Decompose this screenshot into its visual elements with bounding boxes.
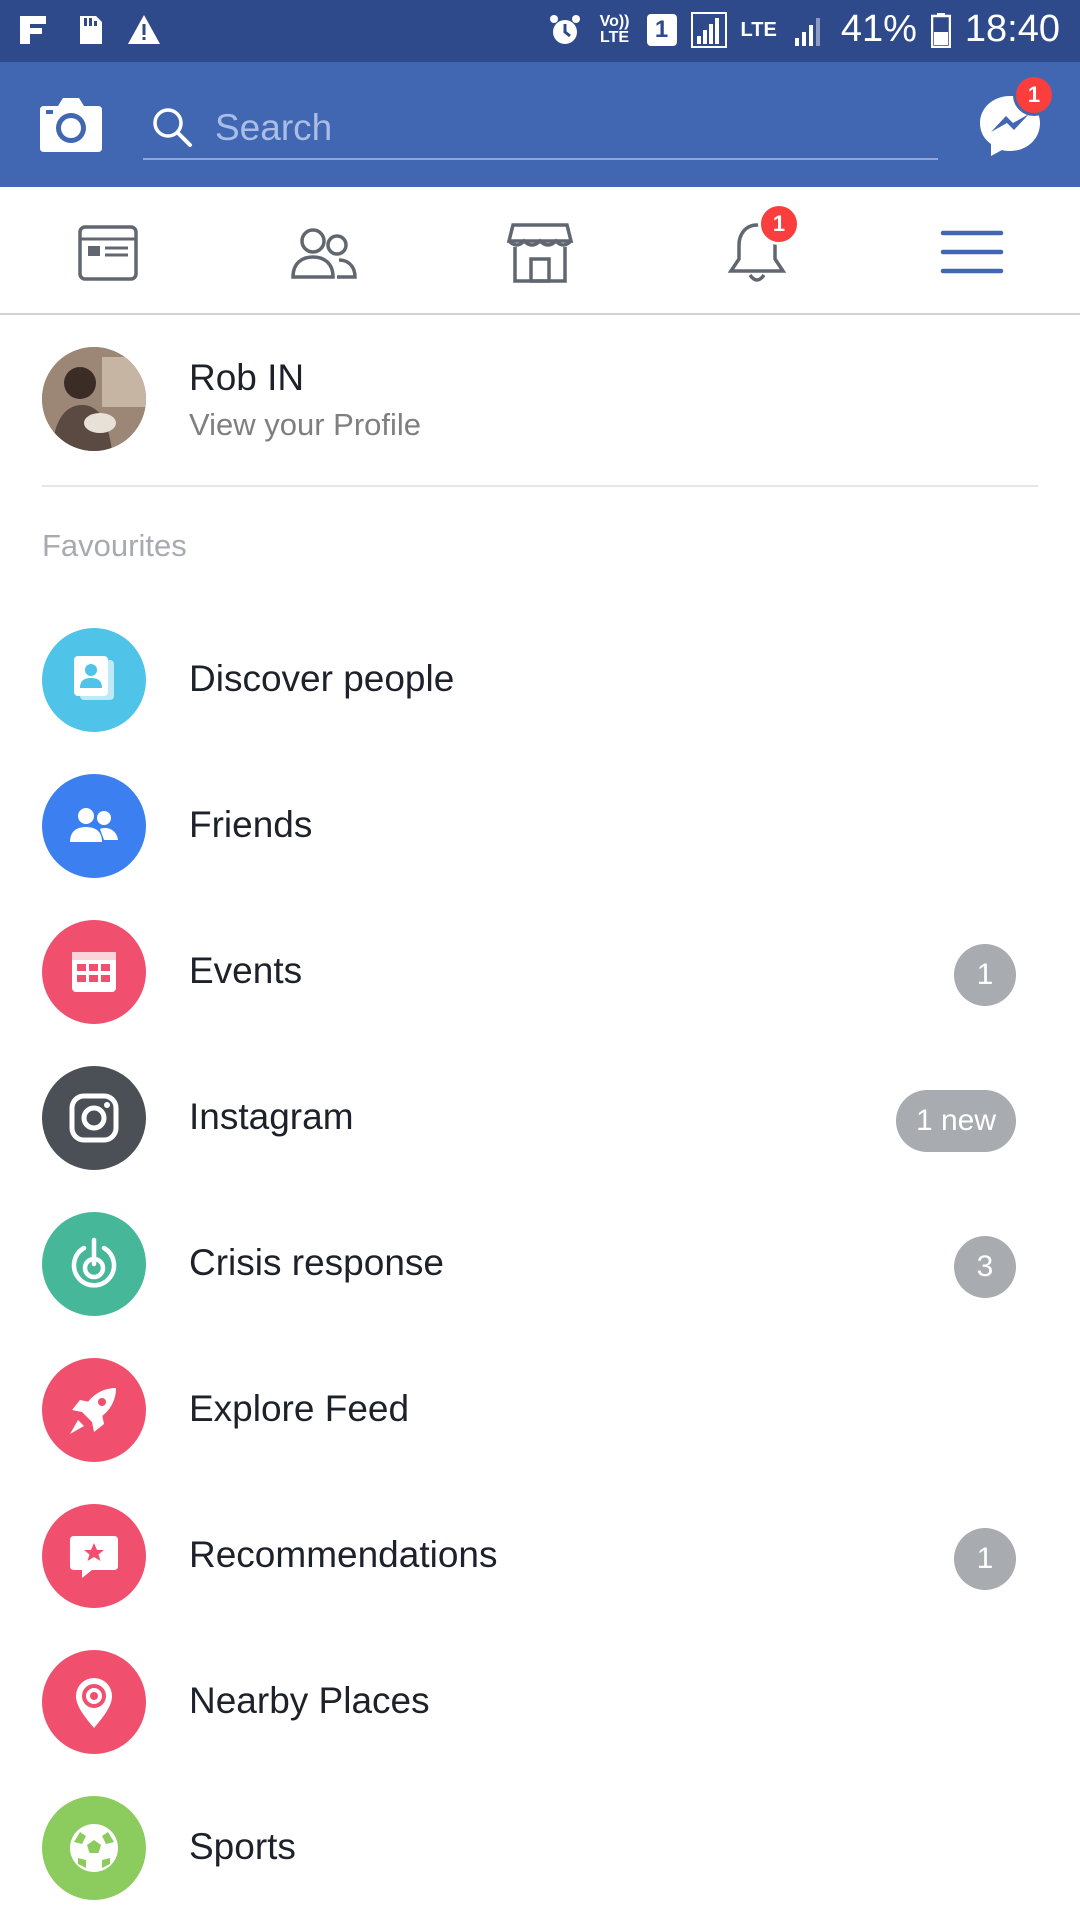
tab-friend-requests[interactable] xyxy=(289,217,359,287)
profile-photo xyxy=(42,347,146,451)
rocket-icon xyxy=(70,1388,116,1434)
menu-item-explore-feed[interactable]: Explore Feed xyxy=(0,1338,1080,1484)
menu-item-friends[interactable]: Friends xyxy=(0,754,1080,900)
menu-item-label: Sports xyxy=(189,1826,296,1867)
menu-item-label: Crisis response xyxy=(189,1242,444,1283)
sports-icon-circle xyxy=(42,1796,146,1900)
warning-icon xyxy=(128,15,160,44)
camera-icon xyxy=(40,98,102,152)
view-profile-link: View your Profile xyxy=(189,407,422,442)
friends-icon xyxy=(291,228,357,279)
friends-icon-circle xyxy=(42,774,146,878)
menu-item-label: Explore Feed xyxy=(189,1388,410,1429)
discover-people-icon-circle xyxy=(42,628,146,732)
marketplace-icon xyxy=(506,223,574,283)
clock: 18:40 xyxy=(964,8,1060,50)
menu-item-nearby-places[interactable]: Nearby Places xyxy=(0,1630,1080,1776)
notifications-badge: 1 xyxy=(758,203,800,245)
crisis-response-count-badge: 3 xyxy=(954,1236,1016,1298)
menu-item-events[interactable]: Events 1 xyxy=(0,900,1080,1046)
menu-item-label: Friends xyxy=(189,804,313,845)
search-bar[interactable] xyxy=(143,96,938,160)
lte-indicator: LTE xyxy=(740,18,777,41)
events-count-badge: 1 xyxy=(954,944,1016,1006)
crisis-response-icon xyxy=(71,1237,117,1288)
tab-bar: 1 xyxy=(0,187,1080,315)
menu-item-label: Discover people xyxy=(189,658,455,699)
search-input[interactable] xyxy=(213,102,917,154)
recommendations-count-badge: 1 xyxy=(954,1528,1016,1590)
menu-item-instagram[interactable]: Instagram 1 new xyxy=(0,1046,1080,1192)
menu-item-label: Events xyxy=(189,950,303,991)
crisis-response-icon-circle xyxy=(42,1212,146,1316)
news-feed-icon xyxy=(78,225,138,281)
sim-indicator: 1 xyxy=(646,13,677,46)
volte-indicator: Vo)) LTE xyxy=(599,12,630,46)
calendar-icon xyxy=(72,952,116,992)
alarm-icon xyxy=(549,14,580,44)
messenger-badge: 1 xyxy=(1013,74,1055,116)
tab-menu[interactable] xyxy=(937,217,1007,287)
tab-news-feed[interactable] xyxy=(73,217,143,287)
instagram-icon xyxy=(69,1093,119,1143)
nearby-places-icon-circle xyxy=(42,1650,146,1754)
location-pin-icon xyxy=(76,1678,112,1728)
hamburger-menu-icon xyxy=(940,230,1004,274)
discover-people-icon xyxy=(74,656,114,700)
sd-card-icon xyxy=(80,16,102,44)
events-icon-circle xyxy=(42,920,146,1024)
camera-button[interactable] xyxy=(38,94,104,154)
battery-icon xyxy=(930,12,951,48)
menu-item-discover-people[interactable]: Discover people xyxy=(0,608,1080,754)
battery-percent: 41% xyxy=(840,8,917,50)
app-header: 1 xyxy=(0,62,1080,187)
profile-row[interactable]: Rob IN View your Profile xyxy=(42,345,1038,487)
friends-icon xyxy=(70,808,118,842)
messenger-button[interactable]: 1 xyxy=(975,74,1055,160)
menu-item-recommendations[interactable]: Recommendations 1 xyxy=(0,1484,1080,1630)
recommendations-icon-circle xyxy=(42,1504,146,1608)
menu-item-label: Instagram xyxy=(189,1096,354,1137)
recommendation-star-icon xyxy=(70,1536,118,1578)
explore-feed-icon-circle xyxy=(42,1358,146,1462)
menu-item-label: Nearby Places xyxy=(189,1680,430,1721)
profile-name: Rob IN xyxy=(189,357,305,398)
status-bar: Vo)) LTE 1 LTE 41% 18:40 xyxy=(0,0,1080,62)
tab-notifications[interactable]: 1 xyxy=(722,203,800,287)
instagram-new-badge: 1 new xyxy=(896,1090,1016,1152)
soccer-ball-icon xyxy=(70,1824,118,1872)
signal-bars-icon xyxy=(794,17,820,46)
sim-number: 1 xyxy=(654,15,669,43)
tab-marketplace[interactable] xyxy=(505,217,575,287)
instagram-icon-circle xyxy=(42,1066,146,1170)
menu-item-crisis-response[interactable]: Crisis response 3 xyxy=(0,1192,1080,1338)
signal-strength-icon xyxy=(690,11,727,48)
menu-item-label: Recommendations xyxy=(189,1534,498,1575)
favourites-heading: Favourites xyxy=(42,528,187,563)
app-notification-icon xyxy=(20,16,46,44)
avatar xyxy=(42,347,146,451)
search-icon xyxy=(153,108,192,147)
menu-item-sports[interactable]: Sports xyxy=(0,1776,1080,1922)
